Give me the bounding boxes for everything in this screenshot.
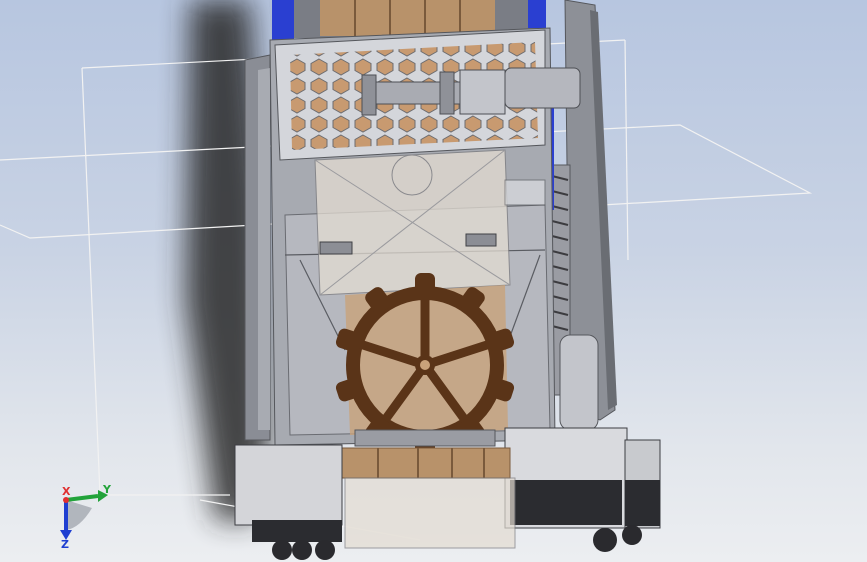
- rear-bracket: [504, 179, 546, 206]
- bottom-roller-bank: [339, 429, 516, 549]
- y-axis-label: Y: [102, 483, 112, 496]
- z-axis-label: Z: [61, 538, 69, 550]
- cad-viewport[interactable]: [0, 0, 867, 562]
- triad-plane: [66, 500, 92, 530]
- orientation-triad[interactable]: X Y Z: [40, 480, 130, 550]
- left-side-rail: [244, 54, 271, 441]
- left-wheel-pod: [234, 444, 343, 560]
- translucent-cover: [314, 149, 511, 296]
- y-axis-arrow: [65, 494, 99, 502]
- x-axis-label: X: [62, 485, 71, 498]
